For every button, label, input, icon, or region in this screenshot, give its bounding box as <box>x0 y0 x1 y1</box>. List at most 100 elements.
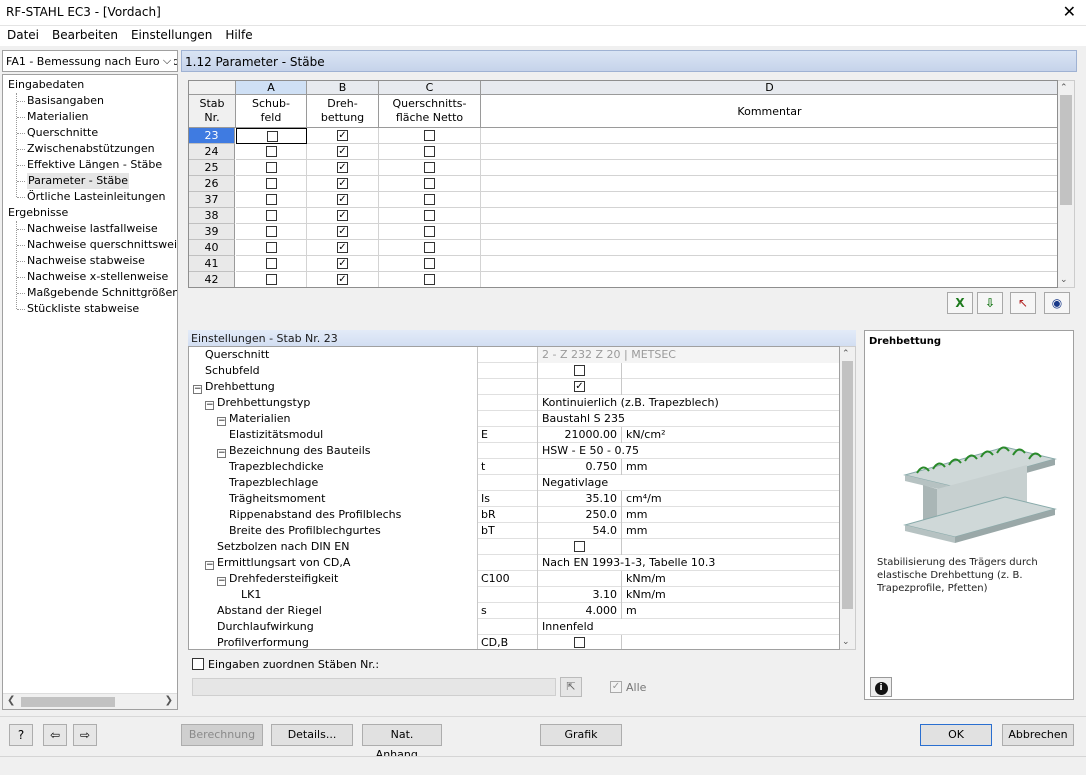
table-cell[interactable] <box>379 272 481 287</box>
excel-export-icon[interactable]: X <box>947 292 973 314</box>
settings-check-cell[interactable] <box>538 635 622 649</box>
comment-cell[interactable] <box>481 192 1057 208</box>
settings-check-cell[interactable] <box>538 363 622 379</box>
settings-row[interactable]: Schubfeld <box>189 363 839 379</box>
comment-cell[interactable] <box>481 176 1057 192</box>
tree-item[interactable]: Nachweise stabweise <box>27 253 145 269</box>
chevron-down-icon[interactable]: ⌵ <box>160 54 174 68</box>
settings-row[interactable]: Profilverformung CD,B <box>189 635 839 649</box>
table-cell[interactable] <box>236 128 307 144</box>
module-select[interactable]: FA1 - Bemessung nach Eurocod ⌵ <box>2 50 178 72</box>
cell-checkbox[interactable] <box>424 146 435 157</box>
table-cell[interactable] <box>236 192 307 208</box>
details-button[interactable]: Details... <box>271 724 353 746</box>
tree-item[interactable]: Querschnitte <box>27 125 98 141</box>
comment-cell[interactable] <box>481 256 1057 272</box>
abbrechen-button[interactable]: Abbrechen <box>1002 724 1074 746</box>
cell-checkbox[interactable]: ✓ <box>337 242 348 253</box>
cell-checkbox[interactable]: ✓ <box>337 146 348 157</box>
settings-value[interactable]: 0.750 <box>538 459 622 475</box>
cell-checkbox[interactable]: ✓ <box>337 210 348 221</box>
tree-root[interactable]: Eingabedaten <box>8 77 84 93</box>
cell-checkbox[interactable] <box>265 226 277 237</box>
cell-checkbox[interactable] <box>424 274 435 285</box>
table-cell[interactable] <box>379 224 481 240</box>
table-cell[interactable]: ✓ <box>307 208 379 224</box>
cell-checkbox[interactable] <box>424 226 435 237</box>
menu-einstellungen[interactable]: Einstellungen <box>124 26 218 42</box>
table-cell[interactable] <box>236 208 307 224</box>
settings-value[interactable]: 54.0 <box>538 523 622 539</box>
settings-value[interactable]: 35.10 <box>538 491 622 507</box>
settings-checkbox[interactable] <box>574 541 585 552</box>
cell-checkbox[interactable] <box>265 242 277 253</box>
tree-root[interactable]: Ergebnisse <box>8 205 68 221</box>
table-cell[interactable] <box>236 256 307 272</box>
table-cell[interactable] <box>379 176 481 192</box>
settings-scrollbar[interactable]: ⌃ ⌄ <box>840 346 856 650</box>
row-number[interactable]: 42 <box>189 272 235 287</box>
settings-row[interactable]: Elastizitätsmodul E 21000.00 kN/cm² <box>189 427 839 443</box>
comment-cell[interactable] <box>481 208 1057 224</box>
grafik-button[interactable]: Grafik <box>540 724 622 746</box>
cell-checkbox[interactable] <box>424 130 435 141</box>
table-cell[interactable]: ✓ <box>307 272 379 287</box>
settings-check-cell[interactable]: ✓ <box>538 379 622 395</box>
cell-checkbox[interactable]: ✓ <box>337 130 348 141</box>
settings-row[interactable]: Setzbolzen nach DIN EN <box>189 539 839 555</box>
select-pick-icon[interactable]: ↖ <box>1010 292 1036 314</box>
table-cell[interactable] <box>379 208 481 224</box>
settings-row[interactable]: − Drehbettung ✓ <box>189 379 839 395</box>
tree-hscrollbar[interactable]: ❮ ❯ <box>3 693 177 709</box>
cell-checkbox[interactable] <box>265 194 277 205</box>
table-cell[interactable] <box>236 272 307 287</box>
assign-input[interactable] <box>192 678 556 696</box>
comment-cell[interactable] <box>481 272 1057 287</box>
table-cell[interactable] <box>379 128 481 144</box>
settings-row[interactable]: − Ermittlungsart von CD,A Nach EN 1993-1-3… <box>189 555 839 571</box>
collapse-icon[interactable]: − <box>217 417 226 426</box>
cell-checkbox[interactable]: ✓ <box>337 274 348 285</box>
settings-row[interactable]: Trapezblechlage Negativlage <box>189 475 839 491</box>
comment-cell[interactable] <box>481 144 1057 160</box>
tree-item[interactable]: Basisangaben <box>27 93 104 109</box>
settings-value[interactable]: Innenfeld <box>538 619 839 635</box>
table-cell[interactable]: ✓ <box>307 192 379 208</box>
table-cell[interactable] <box>236 240 307 256</box>
import-icon[interactable]: ⇦ <box>43 724 67 746</box>
settings-value[interactable]: Nach EN 1993-1-3, Tabelle 10.3 <box>538 555 839 571</box>
table-cell[interactable]: ✓ <box>307 256 379 272</box>
export-icon[interactable]: ⇨ <box>73 724 97 746</box>
tree-item[interactable]: Zwischenabstützungen <box>27 141 155 157</box>
settings-row[interactable]: Trägheitsmoment Is 35.10 cm⁴/m <box>189 491 839 507</box>
row-number[interactable]: 24 <box>189 144 235 160</box>
cell-checkbox[interactable] <box>265 162 277 173</box>
cell-checkbox[interactable] <box>424 210 435 221</box>
comment-cell[interactable] <box>481 128 1057 144</box>
table-cell[interactable] <box>236 224 307 240</box>
settings-value[interactable]: 4.000 <box>538 603 622 619</box>
help-icon[interactable]: ? <box>9 724 33 746</box>
settings-value[interactable]: HSW - E 50 - 0.75 <box>538 443 839 459</box>
row-number[interactable]: 40 <box>189 240 235 256</box>
excel-import-icon[interactable]: ⇩ <box>977 292 1003 314</box>
settings-row[interactable]: Querschnitt 2 - Z 232 Z 20 | METSEC <box>189 347 839 363</box>
info-button[interactable]: i <box>870 677 892 697</box>
table-cell[interactable]: ✓ <box>307 224 379 240</box>
settings-value[interactable]: 21000.00 <box>538 427 622 443</box>
collapse-icon[interactable]: − <box>205 401 214 410</box>
tree-item[interactable]: Nachweise querschnittsweise <box>27 237 177 253</box>
settings-value[interactable]: Kontinuierlich (z.B. Trapezblech) <box>538 395 839 411</box>
settings-value[interactable]: Negativlage <box>538 475 839 491</box>
table-cell[interactable]: ✓ <box>307 240 379 256</box>
table-cell[interactable]: ✓ <box>307 128 379 144</box>
cell-checkbox[interactable] <box>265 274 277 285</box>
settings-value[interactable]: 3.10 <box>538 587 622 603</box>
settings-checkbox[interactable] <box>574 365 585 376</box>
settings-row[interactable]: LK1 3.10 kNm/m <box>189 587 839 603</box>
cell-checkbox[interactable] <box>265 210 277 221</box>
table-cell[interactable] <box>236 176 307 192</box>
ok-button[interactable]: OK <box>920 724 992 746</box>
comment-cell[interactable] <box>481 160 1057 176</box>
cell-checkbox[interactable]: ✓ <box>337 194 348 205</box>
